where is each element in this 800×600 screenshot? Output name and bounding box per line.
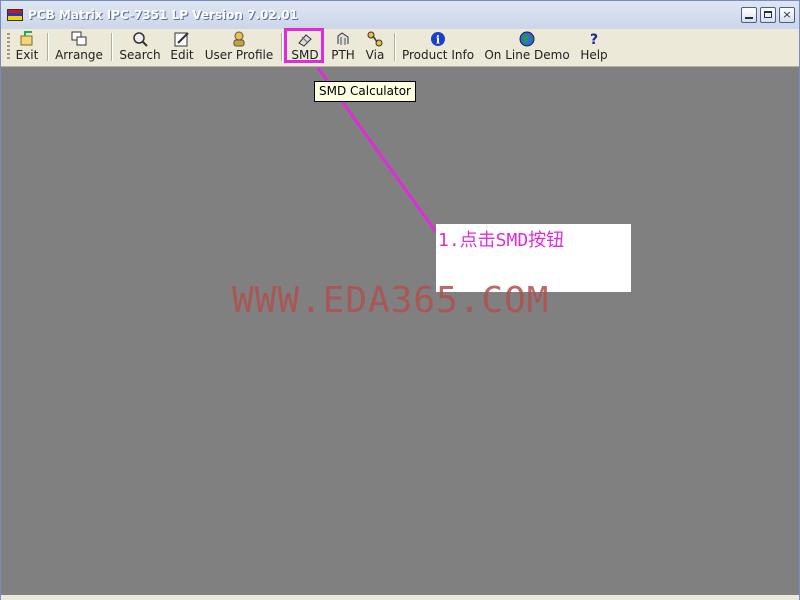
watermark-text: WWW.EDA365.COM bbox=[232, 280, 550, 321]
annotation-text: 1.点击SMD按钮 bbox=[438, 230, 565, 251]
smd-tooltip: SMD Calculator bbox=[314, 81, 416, 102]
